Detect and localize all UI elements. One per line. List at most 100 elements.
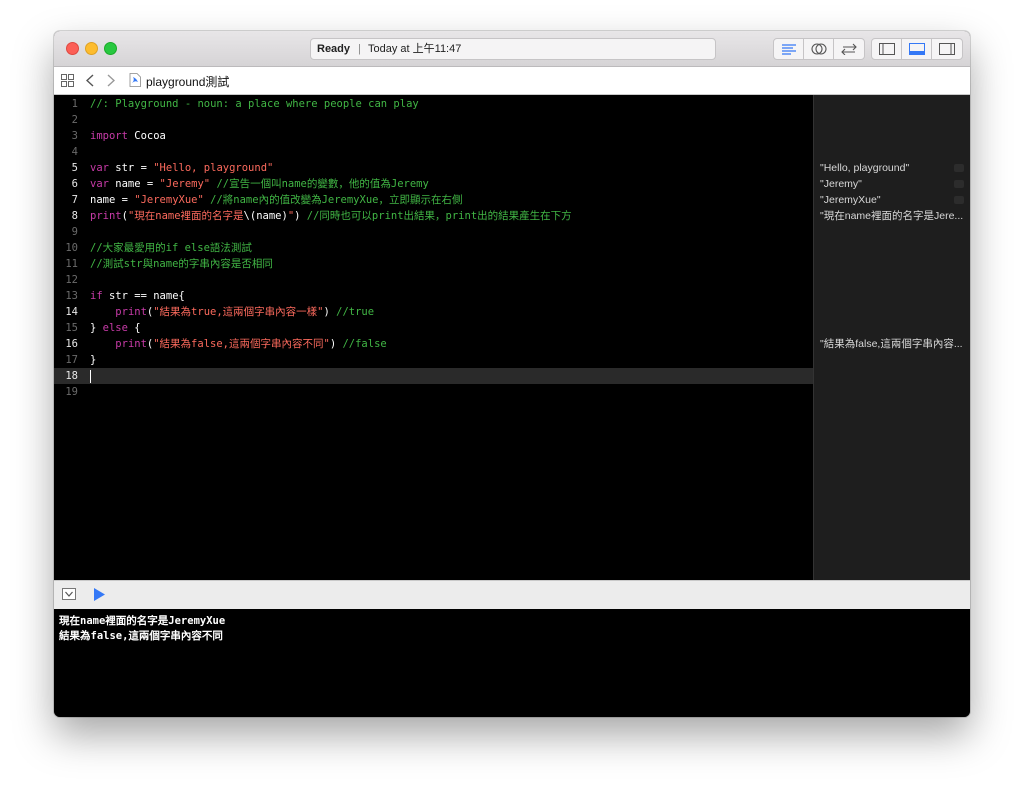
code-line[interactable]: 10 //大家最愛用的if else語法測試 <box>54 240 813 256</box>
code-token: "Hello, playground" <box>153 162 274 174</box>
utilities-panel-icon <box>939 43 955 55</box>
code-line[interactable]: 16 print("結果為false,這兩個字串內容不同") //false <box>54 336 813 352</box>
line-number: 12 <box>65 274 78 286</box>
line-number: 11 <box>65 258 78 270</box>
code-token: } <box>90 322 103 334</box>
code-token: "現在name裡面的名字是 <box>127 210 244 222</box>
editor-mode-group <box>773 38 865 60</box>
quick-look-toggle[interactable] <box>954 196 964 204</box>
related-items-icon[interactable] <box>61 74 74 87</box>
assistant-editor-button[interactable] <box>804 39 834 59</box>
assistant-editor-icon <box>810 43 827 55</box>
standard-editor-icon <box>781 44 796 55</box>
code-token: str = <box>108 162 154 174</box>
status-time: Today at 上午11:47 <box>368 43 462 55</box>
code-text: if str == name{ <box>90 288 185 304</box>
code-token: //同時也可以print出結果，print出的結果產生在下方 <box>300 210 572 222</box>
standard-editor-button[interactable] <box>774 39 804 59</box>
quick-look-toggle[interactable] <box>954 164 964 172</box>
result-value[interactable]: "現在name裡面的名字是Jere... <box>820 208 970 224</box>
code-token: str == name{ <box>102 290 185 302</box>
code-token: print <box>90 210 122 222</box>
line-number: 18 <box>65 370 78 382</box>
line-number: 7 <box>71 194 78 206</box>
status-separator: | <box>358 43 361 55</box>
code-token: import <box>90 130 128 142</box>
line-number: 6 <box>71 178 78 190</box>
code-text: } <box>90 352 96 368</box>
code-line[interactable]: 9 <box>54 224 813 240</box>
code-text: //測試str與name的字串內容是否相同 <box>90 256 273 272</box>
result-value[interactable]: "結果為false,這兩個字串內容... <box>820 336 970 352</box>
code-line[interactable]: 19 <box>54 384 813 400</box>
utilities-toggle-button[interactable] <box>932 39 962 59</box>
console-output: 現在name裡面的名字是JeremyXue 結果為false,這兩個字串內容不同 <box>54 609 970 717</box>
code-line[interactable]: 17} <box>54 352 813 368</box>
line-number: 14 <box>65 306 78 318</box>
code-line[interactable]: 8 print("現在name裡面的名字是\(name)") //同時也可以pri… <box>54 208 813 224</box>
code-text: print("結果為false,這兩個字串內容不同") //false <box>90 336 387 352</box>
code-line[interactable]: 5 var str = "Hello, playground" <box>54 160 813 176</box>
code-line[interactable]: 18 <box>54 368 813 384</box>
code-line[interactable]: 11 //測試str與name的字串內容是否相同 <box>54 256 813 272</box>
code-line[interactable]: 3 import Cocoa <box>54 128 813 144</box>
debug-area-toggle-button[interactable] <box>902 39 932 59</box>
code-token: "結果為false,這兩個字串內容不同" <box>153 338 330 350</box>
results-sidebar: "Hello, playground" "Jeremy" "JeremyXue" "現… <box>813 95 970 580</box>
line-number: 13 <box>65 290 78 302</box>
quick-look-toggle[interactable] <box>954 180 964 188</box>
code-token: //測試str與name的字串內容是否相同 <box>90 258 273 270</box>
code-token: //: Playground - noun: a place where peo… <box>90 98 419 110</box>
forward-chevron-icon[interactable] <box>107 74 115 87</box>
code-line[interactable]: 2 <box>54 112 813 128</box>
minimize-window-button[interactable] <box>85 42 98 55</box>
code-line[interactable]: 14 print("結果為true,這兩個字串內容一樣") //true <box>54 304 813 320</box>
code-token: //大家最愛用的if else語法測試 <box>90 242 252 254</box>
debug-area-icon <box>908 43 925 55</box>
code-token: "JeremyXue" <box>134 194 204 206</box>
code-token: //true <box>329 306 375 318</box>
code-text: } else { <box>90 320 141 336</box>
close-window-button[interactable] <box>66 42 79 55</box>
code-line[interactable]: 15} else { <box>54 320 813 336</box>
navigator-toggle-button[interactable] <box>872 39 902 59</box>
code-token: else <box>102 322 128 334</box>
run-play-icon[interactable] <box>94 588 105 601</box>
code-text: //大家最愛用的if else語法測試 <box>90 240 252 256</box>
code-line[interactable]: 13 if str == name{ <box>54 288 813 304</box>
zoom-window-button[interactable] <box>104 42 117 55</box>
code-token: if <box>90 290 103 302</box>
code-token: } <box>90 354 97 366</box>
code-text: //: Playground - noun: a place where peo… <box>90 96 419 112</box>
code-line[interactable]: 4 <box>54 144 813 160</box>
code-token: Cocoa <box>127 130 166 142</box>
line-number: 5 <box>71 162 78 174</box>
navigator-panel-icon <box>878 43 895 55</box>
line-number: 8 <box>71 210 78 222</box>
code-text: name = "JeremyXue" //將name內的值改變為JeremyXu… <box>90 192 462 208</box>
code-editor[interactable]: 1 //: Playground - noun: a place where pe… <box>54 95 813 580</box>
code-line[interactable]: 7 name = "JeremyXue" //將name內的值改變為JeremyX… <box>54 192 813 208</box>
code-token: var <box>90 162 109 174</box>
code-token: //將name內的值改變為JeremyXue，立即顯示在右側 <box>203 194 463 206</box>
back-chevron-icon[interactable] <box>86 74 94 87</box>
result-value[interactable]: "JeremyXue" <box>820 192 970 208</box>
code-token: //false <box>336 338 387 350</box>
line-number: 9 <box>71 226 78 238</box>
file-breadcrumb[interactable]: playground測試 <box>146 73 229 90</box>
code-line[interactable]: 1 //: Playground - noun: a place where pe… <box>54 96 813 112</box>
activity-status-bar: Ready | Today at 上午11:47 <box>310 38 716 60</box>
console-line: 現在name裡面的名字是JeremyXue <box>59 615 226 627</box>
code-line[interactable]: 6 var name = "Jeremy" //宣告一個叫name的變數，他的值為… <box>54 176 813 192</box>
result-value[interactable]: "Hello, playground" <box>820 160 970 176</box>
code-line[interactable]: 12 <box>54 272 813 288</box>
code-text: var name = "Jeremy" //宣告一個叫name的變數，他的值為J… <box>90 176 429 192</box>
version-editor-button[interactable] <box>834 39 864 59</box>
line-number: 1 <box>71 98 78 110</box>
version-editor-icon <box>841 43 857 55</box>
hide-debug-icon[interactable] <box>62 588 76 600</box>
console-line: 結果為false,這兩個字串內容不同 <box>59 630 223 642</box>
result-value[interactable]: "Jeremy" <box>820 176 970 192</box>
line-number: 2 <box>71 114 78 126</box>
